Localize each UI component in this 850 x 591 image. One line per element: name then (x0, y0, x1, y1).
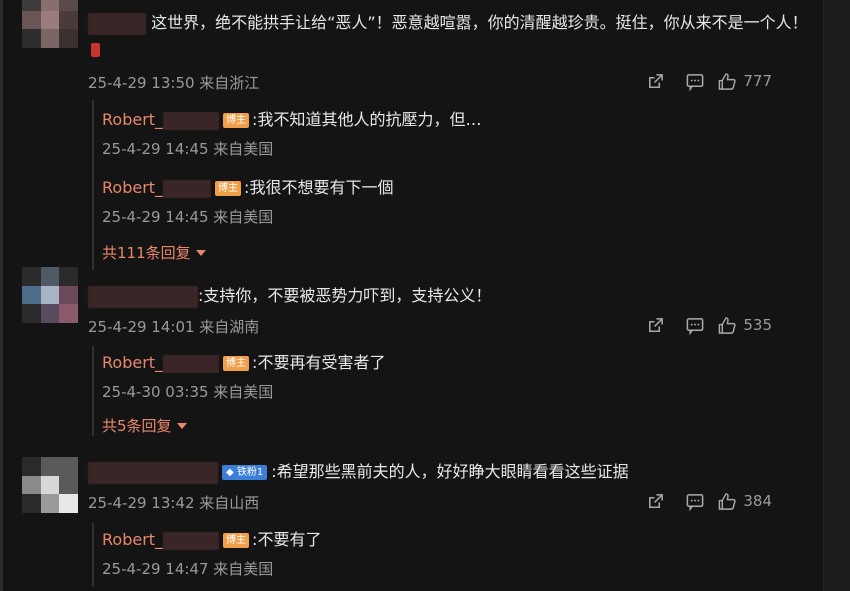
avatar[interactable] (22, 457, 78, 513)
reply-meta: 25-4-30 03:35 来自美国 (102, 383, 274, 401)
reply-list: Robert_ 博主:不要再有受害者了 25-4-30 03:35 来自美国 共5… (92, 346, 802, 436)
avatar-pixel (59, 457, 78, 476)
reply-item: Robert_ 博主:我不知道其他人的抗壓力，但… 25-4-29 14:45 来… (102, 100, 802, 174)
comment-icon[interactable] (675, 489, 715, 513)
avatar-pixel (59, 267, 78, 286)
like-icon[interactable] (717, 72, 737, 91)
username-blurred[interactable] (163, 531, 220, 550)
avatar-pixel (59, 494, 78, 513)
comment-text: 这世界，绝不能拱手让给“恶人”！恶意越喧嚣，你的清醒越珍贵。挺住，你从来不是一个… (88, 10, 808, 62)
username-blurred[interactable] (163, 111, 220, 130)
avatar-pixel (22, 494, 41, 513)
author-badge: 博主 (223, 356, 250, 371)
avatar-pixel (22, 304, 41, 323)
reply-item: Robert_ 博主:不要再有受害者了 25-4-30 03:35 来自美国 (102, 346, 802, 415)
author-badge: 博主 (215, 181, 242, 196)
username-blurred[interactable] (88, 461, 218, 484)
reply-meta: 25-4-29 14:45 来自美国 (102, 208, 274, 226)
avatar-pixel (40, 457, 60, 476)
reply-author[interactable]: Robert_ (102, 353, 163, 372)
avatar-pixel (59, 285, 78, 305)
username-blurred[interactable] (88, 285, 198, 308)
avatar-pixel (22, 285, 41, 305)
comment-meta: 25-4-29 13:42 来自山西 (88, 494, 260, 512)
avatar-pixel (59, 304, 78, 323)
avatar-pixel (22, 475, 41, 495)
avatar-pixel (59, 0, 78, 11)
avatar[interactable] (22, 267, 78, 323)
comment-item: 这世界，绝不能拱手让给“恶人”！恶意越喧嚣，你的清醒越珍贵。挺住，你从来不是一个… (0, 0, 824, 270)
more-replies-link[interactable]: 共5条回复 (102, 415, 802, 436)
fan-badge: ◆ 铁粉1 (222, 465, 268, 480)
share-icon[interactable] (635, 313, 675, 337)
avatar-pixel (22, 10, 41, 30)
like-button[interactable]: 384 (717, 492, 772, 511)
caret-down-icon (176, 422, 187, 429)
like-button[interactable]: 535 (717, 316, 772, 335)
like-button[interactable]: 777 (717, 72, 772, 91)
comment-icon[interactable] (675, 313, 715, 337)
reply-list: Robert_ 博主:我不知道其他人的抗壓力，但… 25-4-29 14:45 来… (92, 100, 802, 270)
avatar-pixel (40, 10, 60, 30)
like-icon[interactable] (717, 316, 737, 335)
scrollbar-track[interactable] (823, 0, 850, 591)
more-replies-label[interactable]: 共111条回复 (102, 242, 191, 263)
more-replies-label[interactable]: 共5条回复 (102, 415, 172, 436)
comment-meta: 25-4-29 14:01 来自湖南 (88, 318, 260, 336)
avatar-pixel (40, 285, 60, 305)
avatar-pixel (40, 494, 60, 513)
avatar-pixel (40, 29, 60, 48)
username-blurred[interactable] (163, 179, 212, 198)
phone-emoji-icon (91, 42, 100, 57)
like-count: 535 (743, 316, 772, 334)
avatar-pixel (59, 29, 78, 48)
reply-author[interactable]: Robert_ (102, 178, 163, 197)
comment-body: :希望那些黑前夫的人，好好睁大眼睛看看这些证据 (271, 462, 629, 481)
comment-item: ◆ 铁粉1:希望那些黑前夫的人，好好睁大眼睛看看这些证据 25-4-29 13:… (0, 440, 824, 591)
reply-item: Robert_ 博主:不要有了 25-4-29 14:47 来自美国 (102, 523, 802, 590)
avatar-pixel (40, 475, 60, 495)
author-badge: 博主 (223, 533, 250, 548)
reply-text: :不要再有受害者了 (252, 353, 386, 372)
avatar-pixel (40, 0, 60, 11)
avatar-pixel (22, 29, 41, 48)
share-icon[interactable] (635, 69, 675, 93)
reply-text: :我不知道其他人的抗壓力，但… (252, 110, 482, 129)
share-icon[interactable] (635, 489, 675, 513)
username-blurred[interactable] (88, 12, 146, 35)
reply-item: Robert_ 博主:我很不想要有下一個 25-4-29 14:45 来自美国 (102, 174, 802, 240)
avatar-pixel (22, 0, 41, 11)
comment-text: :支持你，不要被恶势力吓到，支持公义！ (88, 283, 808, 309)
reply-list: Robert_ 博主:不要有了 25-4-29 14:47 来自美国 (92, 523, 802, 587)
comment-actions: 777 (635, 69, 772, 93)
reply-author[interactable]: Robert_ (102, 530, 163, 549)
caret-down-icon (195, 249, 206, 256)
reply-author[interactable]: Robert_ (102, 110, 163, 129)
avatar-pixel (40, 304, 60, 323)
avatar-pixel (22, 267, 41, 286)
comment-body: 这世界，绝不能拱手让给“恶人”！恶意越喧嚣，你的清醒越珍贵。挺住，你从来不是一个… (151, 13, 808, 32)
like-icon[interactable] (717, 492, 737, 511)
comment-text: ◆ 铁粉1:希望那些黑前夫的人，好好睁大眼睛看看这些证据 (88, 459, 808, 485)
comment-icon[interactable] (675, 69, 715, 93)
reply-meta: 25-4-29 14:47 来自美国 (102, 560, 274, 578)
comment-meta: 25-4-29 13:50 来自浙江 (88, 74, 260, 92)
like-count: 384 (743, 492, 772, 510)
reply-meta: 25-4-29 14:45 来自美国 (102, 140, 274, 158)
like-count: 777 (743, 72, 772, 90)
comment-actions: 384 (635, 489, 772, 513)
avatar-pixel (22, 457, 41, 476)
comment-item: :支持你，不要被恶势力吓到，支持公义！ 25-4-29 14:01 来自湖南 5… (0, 262, 824, 440)
author-badge: 博主 (223, 113, 250, 128)
avatar-pixel (59, 475, 78, 495)
reply-text: :不要有了 (252, 530, 322, 549)
avatar[interactable] (22, 0, 78, 48)
username-blurred[interactable] (163, 354, 220, 373)
more-replies-link[interactable]: 共111条回复 (102, 240, 802, 263)
avatar-pixel (40, 267, 60, 286)
reply-text: :我很不想要有下一個 (244, 178, 394, 197)
avatar-pixel (59, 10, 78, 30)
comment-body: :支持你，不要被恶势力吓到，支持公义！ (198, 286, 492, 305)
comment-actions: 535 (635, 313, 772, 337)
